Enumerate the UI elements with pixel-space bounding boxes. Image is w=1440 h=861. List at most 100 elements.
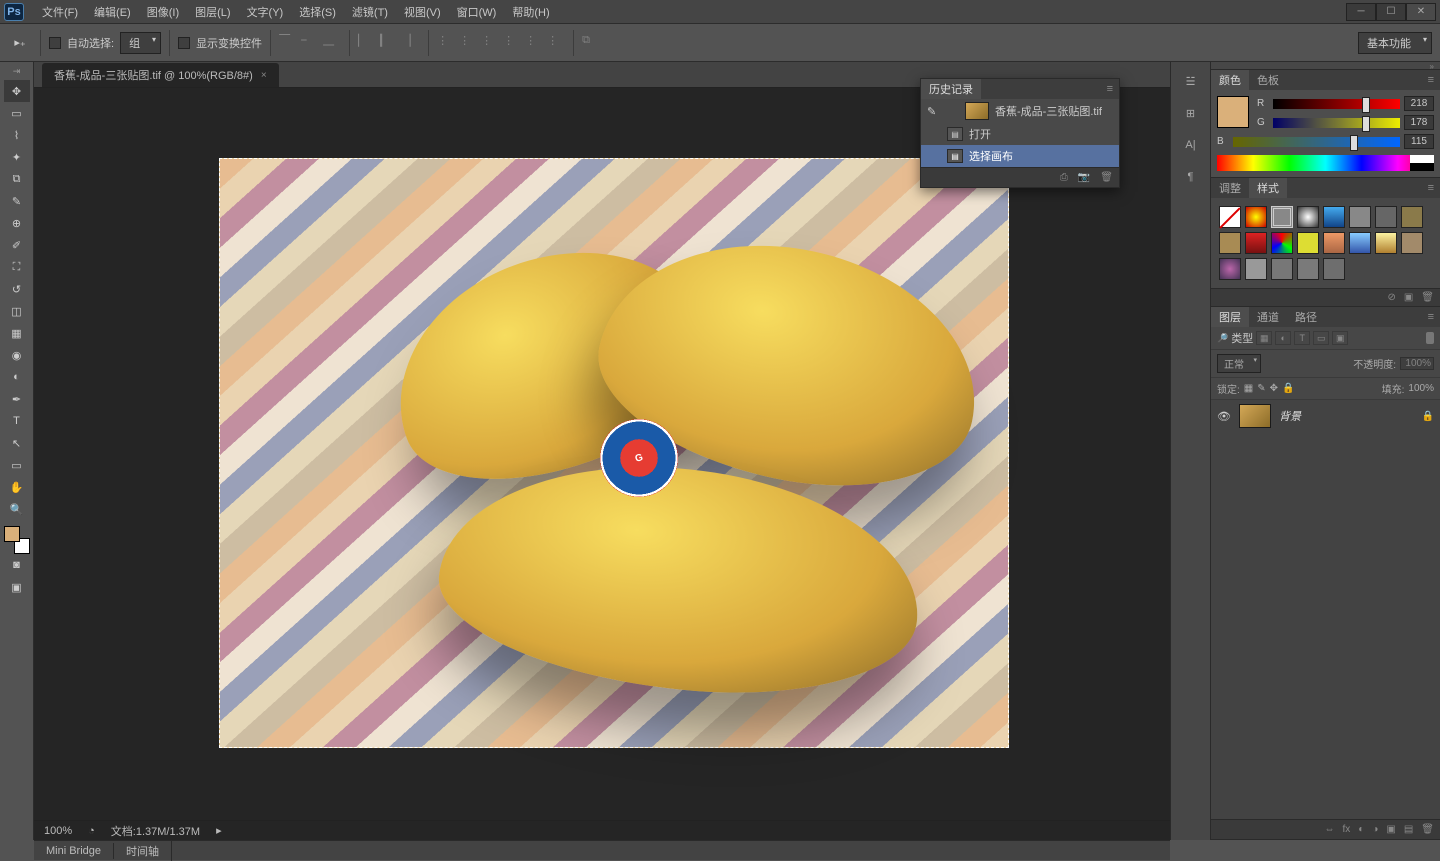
history-trash-icon[interactable]: 🗑 xyxy=(1100,172,1113,183)
layer-mask-icon[interactable]: ◐ xyxy=(1358,824,1364,835)
menu-layer[interactable]: 图层(L) xyxy=(187,2,238,22)
screen-mode-tool[interactable]: ▣ xyxy=(4,576,30,598)
brush-tool[interactable]: ✐ xyxy=(4,234,30,256)
gradient-tool[interactable]: ▦ xyxy=(4,322,30,344)
link-layers-icon[interactable]: ⇔ xyxy=(1325,824,1335,835)
layer-thumbnail[interactable] xyxy=(1239,404,1271,428)
blend-mode-dropdown[interactable]: 正常 xyxy=(1217,354,1261,373)
style-swatch[interactable] xyxy=(1271,232,1293,254)
menu-view[interactable]: 视图(V) xyxy=(396,2,449,22)
clone-stamp-tool[interactable]: ⛶ xyxy=(4,256,30,278)
panel-collapse-strip[interactable]: » xyxy=(1211,62,1440,70)
r-slider[interactable] xyxy=(1273,99,1400,109)
styles-unused-icon[interactable]: ⊘ xyxy=(1387,292,1395,303)
status-icon[interactable]: ◔ xyxy=(88,825,95,837)
3d-mode-icon[interactable]: ⧉ xyxy=(582,34,600,52)
mini-bridge-tab[interactable]: Mini Bridge xyxy=(34,843,114,859)
align-bottom-icon[interactable]: ⎽ xyxy=(323,34,341,52)
minimize-button[interactable]: ─ xyxy=(1346,3,1376,21)
menu-window[interactable]: 窗口(W) xyxy=(449,2,505,22)
layer-fx-icon[interactable]: fx xyxy=(1343,824,1351,835)
history-panel-menu-icon[interactable]: ≡ xyxy=(1101,83,1119,95)
lock-transparent-icon[interactable]: ▦ xyxy=(1244,383,1253,394)
style-swatch[interactable] xyxy=(1271,258,1293,280)
eyedropper-tool[interactable]: ✎ xyxy=(4,190,30,212)
timeline-tab[interactable]: 时间轴 xyxy=(114,841,172,861)
lasso-tool[interactable]: ⌇ xyxy=(4,124,30,146)
styles-trash-icon[interactable]: 🗑 xyxy=(1421,292,1434,303)
menu-text[interactable]: 文字(Y) xyxy=(239,2,292,22)
color-preview-swatch[interactable] xyxy=(1217,96,1249,128)
menu-file[interactable]: 文件(F) xyxy=(34,2,86,22)
dist-5-icon[interactable]: ⋮ xyxy=(525,34,543,52)
color-spectrum[interactable] xyxy=(1217,155,1434,171)
style-swatch[interactable] xyxy=(1349,232,1371,254)
style-swatch[interactable] xyxy=(1219,258,1241,280)
lock-all-icon[interactable]: 🔒 xyxy=(1282,383,1294,394)
layer-filter-type-dropdown[interactable]: 类型 xyxy=(1231,330,1253,346)
align-right-icon[interactable]: ▕ xyxy=(402,34,420,52)
history-panel[interactable]: 历史记录 ≡ ✎ 香蕉-成品-三张贴图.tif ▤ 打开 ▤ 选择画布 ⎙ 📷 … xyxy=(920,78,1120,188)
swatches-tab[interactable]: 色板 xyxy=(1249,70,1287,90)
lock-position-icon[interactable]: ✥ xyxy=(1270,383,1278,394)
show-transform-checkbox[interactable] xyxy=(178,37,190,49)
style-swatch[interactable] xyxy=(1297,232,1319,254)
menu-select[interactable]: 选择(S) xyxy=(291,2,344,22)
filter-pixel-icon[interactable]: ▦ xyxy=(1256,331,1272,345)
dist-2-icon[interactable]: ⋮ xyxy=(459,34,477,52)
filter-smart-icon[interactable]: ▣ xyxy=(1332,331,1348,345)
dodge-tool[interactable]: ◐ xyxy=(4,366,30,388)
history-snapshot[interactable]: ✎ 香蕉-成品-三张贴图.tif xyxy=(921,99,1119,123)
foreground-color-swatch[interactable] xyxy=(4,526,20,542)
magic-wand-tool[interactable]: ✦ xyxy=(4,146,30,168)
move-tool[interactable]: ✥ xyxy=(4,80,30,102)
crop-tool[interactable]: ⧉ xyxy=(4,168,30,190)
document-info[interactable]: 文档:1.37M/1.37M xyxy=(111,823,200,839)
menu-help[interactable]: 帮助(H) xyxy=(504,2,557,22)
style-swatch[interactable] xyxy=(1401,232,1423,254)
filter-shape-icon[interactable]: ▭ xyxy=(1313,331,1329,345)
delete-layer-icon[interactable]: 🗑 xyxy=(1421,824,1434,835)
zoom-level[interactable]: 100% xyxy=(44,825,72,837)
history-panel-icon[interactable]: ☱ xyxy=(1180,70,1202,92)
align-vcenter-icon[interactable]: ⎯ xyxy=(301,34,319,52)
dist-6-icon[interactable]: ⋮ xyxy=(547,34,565,52)
path-select-tool[interactable]: ↖ xyxy=(4,432,30,454)
b-value-field[interactable]: 115 xyxy=(1404,134,1434,149)
b-slider[interactable] xyxy=(1233,137,1400,147)
color-panel-menu-icon[interactable]: ≡ xyxy=(1422,74,1440,86)
canvas[interactable]: G xyxy=(219,158,1009,748)
foreground-background-colors[interactable] xyxy=(4,526,30,554)
layers-panel-menu-icon[interactable]: ≡ xyxy=(1422,311,1440,323)
hand-tool[interactable]: ✋ xyxy=(4,476,30,498)
layer-group-icon[interactable]: ▣ xyxy=(1386,824,1395,835)
adjustment-layer-icon[interactable]: ◑ xyxy=(1372,824,1378,835)
channels-tab[interactable]: 通道 xyxy=(1249,307,1287,327)
history-snapshot-icon[interactable]: 📷 xyxy=(1078,172,1090,183)
healing-brush-tool[interactable]: ⊕ xyxy=(4,212,30,234)
styles-new-icon[interactable]: ▣ xyxy=(1404,292,1413,303)
close-tab-icon[interactable]: × xyxy=(261,70,267,81)
style-swatch[interactable] xyxy=(1271,206,1293,228)
style-swatch[interactable] xyxy=(1323,258,1345,280)
layers-tab[interactable]: 图层 xyxy=(1211,307,1249,327)
g-value-field[interactable]: 178 xyxy=(1404,115,1434,130)
filter-type-icon[interactable]: T xyxy=(1294,331,1310,345)
menu-image[interactable]: 图像(I) xyxy=(139,2,187,22)
marquee-tool[interactable]: ▭ xyxy=(4,102,30,124)
filter-toggle[interactable] xyxy=(1426,332,1434,344)
opacity-field[interactable]: 100% xyxy=(1400,357,1434,370)
shape-tool[interactable]: ▭ xyxy=(4,454,30,476)
style-swatch[interactable] xyxy=(1323,232,1345,254)
status-arrow-icon[interactable]: ▸ xyxy=(216,824,1160,837)
maximize-button[interactable]: ☐ xyxy=(1376,3,1406,21)
close-button[interactable]: ✕ xyxy=(1406,3,1436,21)
style-swatch[interactable] xyxy=(1245,258,1267,280)
canvas-viewport[interactable]: G xyxy=(34,88,1170,820)
fill-field[interactable]: 100% xyxy=(1408,383,1434,394)
style-swatch[interactable] xyxy=(1375,206,1397,228)
g-slider[interactable] xyxy=(1273,118,1400,128)
history-step[interactable]: ▤ 打开 xyxy=(921,123,1119,145)
style-swatch[interactable] xyxy=(1245,206,1267,228)
new-layer-icon[interactable]: ▤ xyxy=(1404,824,1413,835)
